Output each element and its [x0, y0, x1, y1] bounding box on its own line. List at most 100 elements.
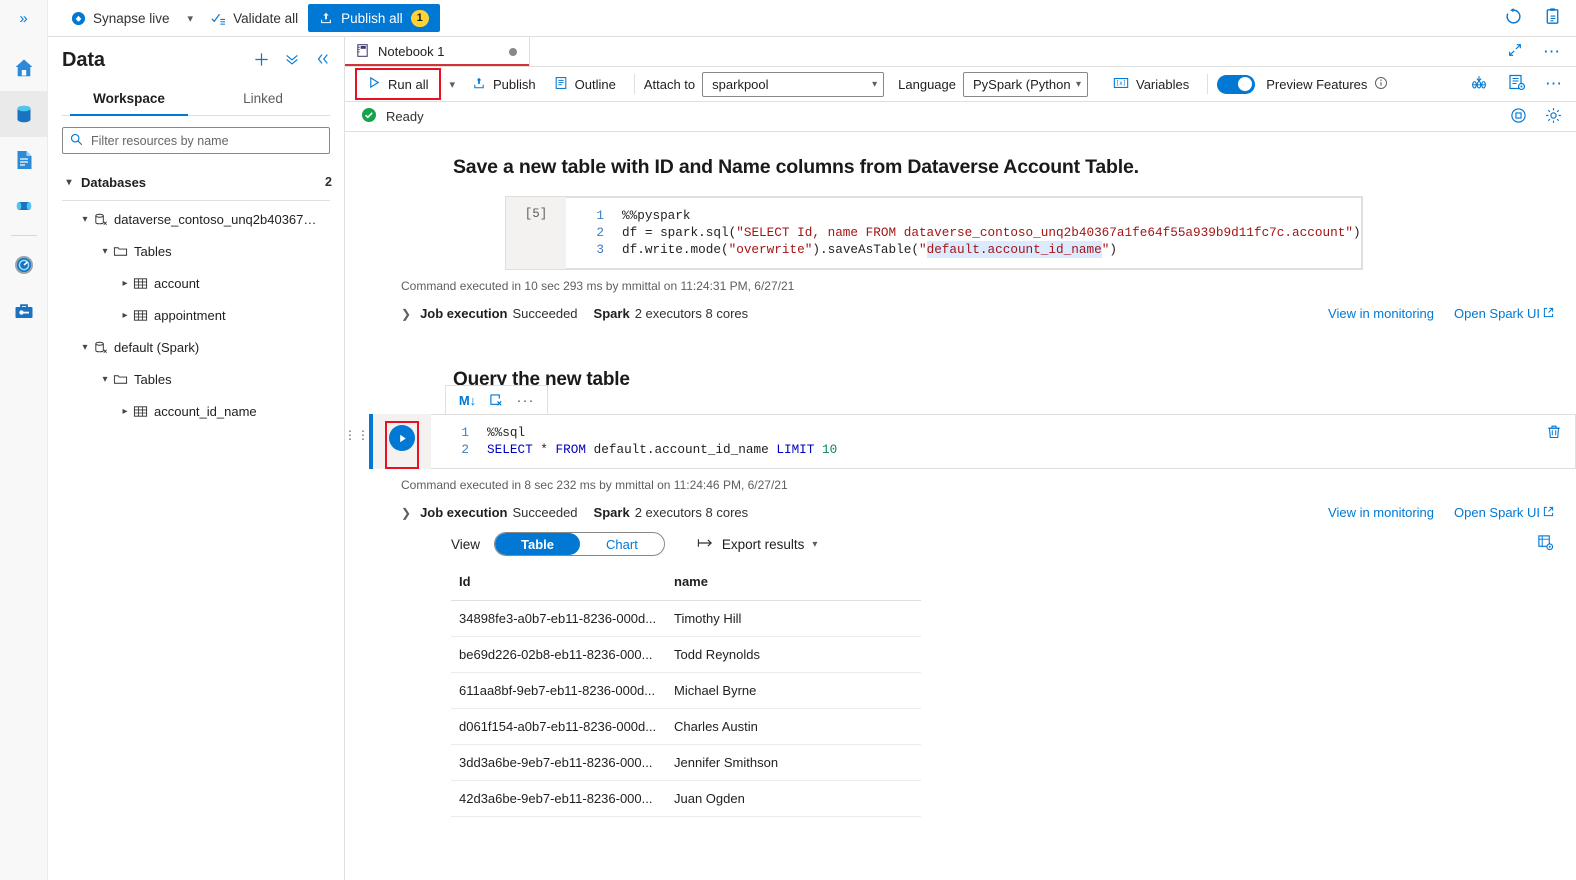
language-select[interactable]: PySpark (Python) ▾: [963, 71, 1088, 97]
info-icon[interactable]: [1374, 76, 1388, 93]
rail-item-develop[interactable]: [0, 137, 48, 183]
job-engine: Spark: [593, 306, 630, 321]
ellipsis-icon[interactable]: ⋯: [1543, 43, 1560, 60]
tab-linked[interactable]: Linked: [196, 84, 330, 115]
table-row[interactable]: d061f154-a0b7-eb11-8236-000d... Charles …: [451, 708, 921, 745]
session-settings-icon[interactable]: [1507, 74, 1527, 95]
synapse-live-chevron-down-icon[interactable]: ▾: [180, 12, 202, 25]
table-header-row: Id name: [451, 570, 921, 601]
preview-features-toggle[interactable]: [1217, 74, 1256, 94]
results-settings-icon[interactable]: [1537, 534, 1576, 554]
tree-node-tables-2[interactable]: Tables: [48, 363, 344, 395]
tree-node-account-id-name[interactable]: account_id_name: [48, 395, 344, 427]
publish-all-button[interactable]: Publish all 1: [308, 4, 440, 32]
column-header-name[interactable]: name: [666, 570, 921, 601]
code-editor-2[interactable]: 1 %%sql 2 SELECT * FROM default.account_id…: [431, 414, 1532, 469]
run-all-chevron-down-icon[interactable]: ▾: [441, 71, 463, 97]
rail-item-integrate[interactable]: [0, 183, 48, 229]
clipboard-icon[interactable]: [1543, 7, 1562, 29]
search-input[interactable]: [89, 132, 322, 149]
table-row[interactable]: be69d226-02b8-eb11-8236-000... Todd Reyn…: [451, 636, 921, 673]
rail-item-home[interactable]: [0, 45, 48, 91]
table-row[interactable]: 3dd3a6be-9eb7-eb11-8236-000... Jennifer …: [451, 744, 921, 781]
table-row[interactable]: 42d3a6be-9eb7-eb11-8236-000... Juan Ogde…: [451, 780, 921, 817]
tree-node-tables-1[interactable]: Tables: [48, 235, 344, 267]
attach-to-label: Attach to: [643, 76, 696, 92]
tree-group-databases[interactable]: Databases 2: [48, 166, 344, 198]
table-row[interactable]: 611aa8bf-9eb7-eb11-8236-000d... Michael …: [451, 672, 921, 709]
outline-button[interactable]: Outline: [545, 71, 625, 97]
publish-label: Publish: [493, 76, 536, 92]
tab-workspace[interactable]: Workspace: [62, 84, 196, 116]
run-cell-highlight-box: [385, 421, 419, 469]
validate-all-button[interactable]: Validate all: [201, 4, 308, 32]
chevron-down-icon[interactable]: [98, 374, 112, 385]
rail-item-manage[interactable]: [0, 288, 48, 334]
convert-to-markdown-icon[interactable]: M↓: [454, 388, 481, 412]
tree-node-default-spark-db[interactable]: default (Spark): [48, 331, 344, 363]
rail-expand-button[interactable]: »: [0, 0, 48, 37]
chevron-down-icon: ▾: [1075, 78, 1081, 90]
tree-node-account[interactable]: account: [48, 267, 344, 299]
delete-cell-icon[interactable]: [1546, 424, 1562, 443]
outline-icon: [554, 76, 568, 93]
chevron-down-icon[interactable]: [78, 342, 92, 353]
code-cell-1: [5] 1 %%pyspark 2 df = spark.sql("SELECT I…: [345, 196, 1576, 270]
refresh-icon[interactable]: [1504, 7, 1523, 29]
drag-handle-icon[interactable]: ⋮⋮: [345, 414, 369, 469]
publish-upload-icon: [319, 11, 333, 25]
top-command-bar: » Synapse live ▾ Validate all Publish al…: [0, 0, 1576, 37]
collapse-icon[interactable]: [314, 51, 330, 70]
view-mode-chart[interactable]: Chart: [580, 533, 664, 555]
ellipsis-icon[interactable]: ···: [512, 388, 539, 412]
add-code-cell-icon[interactable]: [1469, 74, 1489, 95]
ellipsis-icon[interactable]: ⋯: [1545, 75, 1562, 92]
code-token-keyword: SELECT: [487, 442, 533, 457]
run-cell-button[interactable]: [389, 425, 415, 451]
tab-notebook-1[interactable]: Notebook 1: [345, 37, 530, 66]
export-results-button[interactable]: Export results ▾: [697, 537, 817, 552]
table-row[interactable]: 34898fe3-a0b7-eb11-8236-000d... Timothy …: [451, 600, 921, 637]
tree-node-dataverse-db[interactable]: dataverse_contoso_unq2b40367a1f...: [48, 203, 344, 235]
code-token: *: [532, 442, 556, 457]
stop-session-icon[interactable]: [1510, 107, 1527, 127]
chevron-down-icon[interactable]: [62, 177, 76, 188]
chevron-right-icon[interactable]: ❯: [401, 307, 411, 321]
code-token-keyword: LIMIT: [776, 442, 815, 457]
chevron-right-icon[interactable]: [118, 278, 132, 289]
rail-item-data[interactable]: [0, 91, 48, 137]
attach-to-select[interactable]: sparkpool ▾: [702, 71, 885, 97]
chevron-down-icon[interactable]: [98, 246, 112, 257]
add-icon[interactable]: [253, 51, 270, 71]
cell-name: Jennifer Smithson: [666, 744, 921, 781]
code-token-highlighted: default.account_id_name: [926, 241, 1102, 258]
view-mode-table[interactable]: Table: [495, 533, 581, 555]
run-all-button[interactable]: Run all: [359, 71, 437, 97]
chevron-right-icon[interactable]: [118, 406, 132, 417]
rail-item-monitor[interactable]: [0, 242, 48, 288]
chevron-right-icon[interactable]: [118, 310, 132, 321]
publish-button[interactable]: Publish: [463, 71, 545, 97]
code-editor-1[interactable]: 1 %%pyspark 2 df = spark.sql("SELECT Id, n…: [566, 197, 1362, 269]
open-spark-ui-link[interactable]: Open Spark UI: [1454, 306, 1540, 321]
settings-gear-icon[interactable]: [1545, 107, 1562, 127]
cell-execution-count: [5]: [506, 197, 566, 269]
expand-icon[interactable]: [1507, 42, 1523, 61]
view-in-monitoring-link[interactable]: View in monitoring: [1328, 306, 1434, 321]
synapse-live-selector[interactable]: Synapse live: [61, 4, 180, 32]
filter-resources-search[interactable]: [62, 127, 330, 154]
code-token: ): [1352, 225, 1361, 240]
variables-button[interactable]: [x] Variables: [1104, 71, 1198, 97]
toolbar-divider: [633, 74, 635, 94]
more-actions-icon[interactable]: [284, 51, 300, 70]
chevron-down-icon[interactable]: [78, 214, 92, 225]
open-spark-ui-link[interactable]: Open Spark UI: [1454, 505, 1540, 520]
view-in-monitoring-link[interactable]: View in monitoring: [1328, 505, 1434, 520]
chevron-right-icon[interactable]: ❯: [401, 506, 411, 520]
tree-node-appointment[interactable]: appointment: [48, 299, 344, 331]
clear-output-icon[interactable]: [483, 388, 510, 412]
code-line: 2 SELECT * FROM default.account_id_name L…: [431, 441, 1532, 458]
column-header-id[interactable]: Id: [451, 570, 666, 601]
job-state: Succeeded: [512, 505, 578, 520]
